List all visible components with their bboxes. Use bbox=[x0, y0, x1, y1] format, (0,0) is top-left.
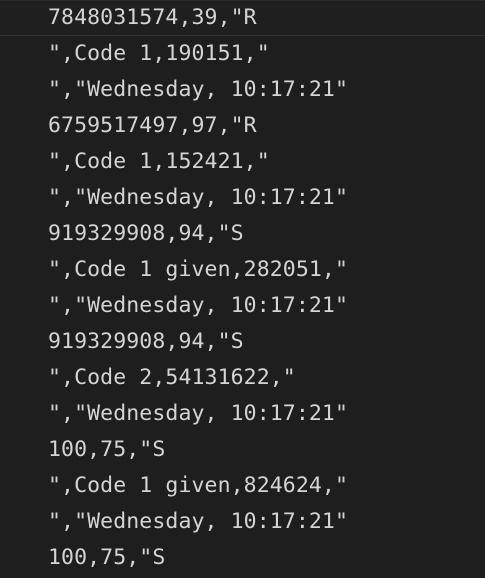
code-line-3[interactable]: ","Wednesday, 10:17:21" bbox=[48, 72, 348, 108]
code-line-7[interactable]: 919329908,94,"S bbox=[48, 216, 244, 252]
code-line-9[interactable]: ","Wednesday, 10:17:21" bbox=[48, 288, 348, 324]
code-line-4[interactable]: 6759517497,97,"R bbox=[48, 108, 257, 144]
code-line-5[interactable]: ",Code 1,152421," bbox=[48, 144, 270, 180]
code-line-10[interactable]: 919329908,94,"S bbox=[48, 324, 244, 360]
code-line-16[interactable]: 100,75,"S bbox=[48, 540, 165, 576]
code-line-14[interactable]: ",Code 1 given,824624," bbox=[48, 468, 348, 504]
code-line-15[interactable]: ","Wednesday, 10:17:21" bbox=[48, 504, 348, 540]
code-line-8[interactable]: ",Code 1 given,282051," bbox=[48, 252, 348, 288]
code-line-12[interactable]: ","Wednesday, 10:17:21" bbox=[48, 396, 348, 432]
code-line-2[interactable]: ",Code 1,190151," bbox=[48, 36, 270, 72]
code-line-11[interactable]: ",Code 2,54131622," bbox=[48, 360, 296, 396]
code-line-6[interactable]: ","Wednesday, 10:17:21" bbox=[48, 180, 348, 216]
code-line-13[interactable]: 100,75,"S bbox=[48, 432, 165, 468]
code-editor[interactable]: 7848031574,39,"R ",Code 1,190151," ","We… bbox=[0, 0, 485, 578]
code-line-1[interactable]: 7848031574,39,"R bbox=[48, 0, 257, 36]
